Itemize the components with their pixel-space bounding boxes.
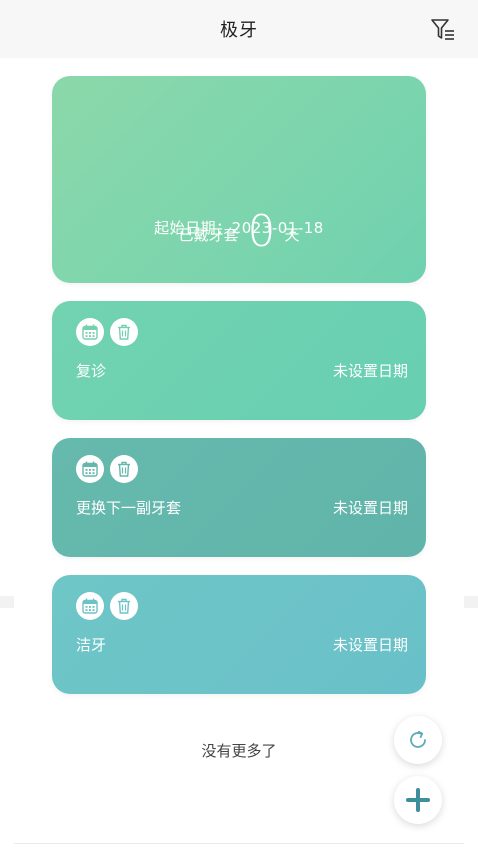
app-screen: 极牙 已戴牙套 0 天 起始日期：2023-01-18 复诊 未设置日期 更换下… bbox=[0, 0, 478, 850]
nav-bar: 极牙 bbox=[0, 0, 478, 58]
bottom-divider bbox=[14, 843, 464, 844]
plus-icon bbox=[406, 788, 430, 812]
event-actions bbox=[76, 592, 138, 620]
set-date-button[interactable] bbox=[76, 318, 104, 346]
event-actions bbox=[76, 455, 138, 483]
set-date-button[interactable] bbox=[76, 455, 104, 483]
filter-list-icon bbox=[431, 19, 454, 40]
refresh-button[interactable] bbox=[394, 716, 442, 764]
calendar-icon bbox=[82, 324, 98, 340]
event-date-status: 未设置日期 bbox=[332, 499, 408, 517]
event-card-replace-aligner[interactable]: 更换下一副牙套 未设置日期 bbox=[52, 438, 426, 557]
side-strip-right bbox=[464, 596, 478, 608]
wear-summary-card: 已戴牙套 0 天 起始日期：2023-01-18 bbox=[52, 76, 426, 283]
event-actions bbox=[76, 318, 138, 346]
delete-button[interactable] bbox=[110, 455, 138, 483]
refresh-icon bbox=[410, 730, 426, 748]
event-date-status: 未设置日期 bbox=[332, 636, 408, 654]
trash-icon bbox=[118, 598, 130, 614]
event-card-teeth-cleaning[interactable]: 洁牙 未设置日期 bbox=[52, 575, 426, 694]
event-date-status: 未设置日期 bbox=[332, 362, 408, 380]
calendar-icon bbox=[82, 598, 98, 614]
add-event-button[interactable] bbox=[394, 776, 442, 824]
delete-button[interactable] bbox=[110, 592, 138, 620]
trash-icon bbox=[118, 461, 130, 477]
start-date: 起始日期：2023-01-18 bbox=[154, 219, 324, 237]
calendar-icon bbox=[82, 461, 98, 477]
event-card-follow-up[interactable]: 复诊 未设置日期 bbox=[52, 301, 426, 420]
side-strip-left bbox=[0, 596, 14, 608]
trash-icon bbox=[118, 324, 130, 340]
set-date-button[interactable] bbox=[76, 592, 104, 620]
filter-button[interactable] bbox=[430, 17, 456, 43]
event-name: 复诊 bbox=[76, 362, 107, 380]
delete-button[interactable] bbox=[110, 318, 138, 346]
event-name: 洁牙 bbox=[76, 636, 107, 654]
page-title: 极牙 bbox=[220, 20, 258, 41]
event-name: 更换下一副牙套 bbox=[76, 499, 182, 517]
